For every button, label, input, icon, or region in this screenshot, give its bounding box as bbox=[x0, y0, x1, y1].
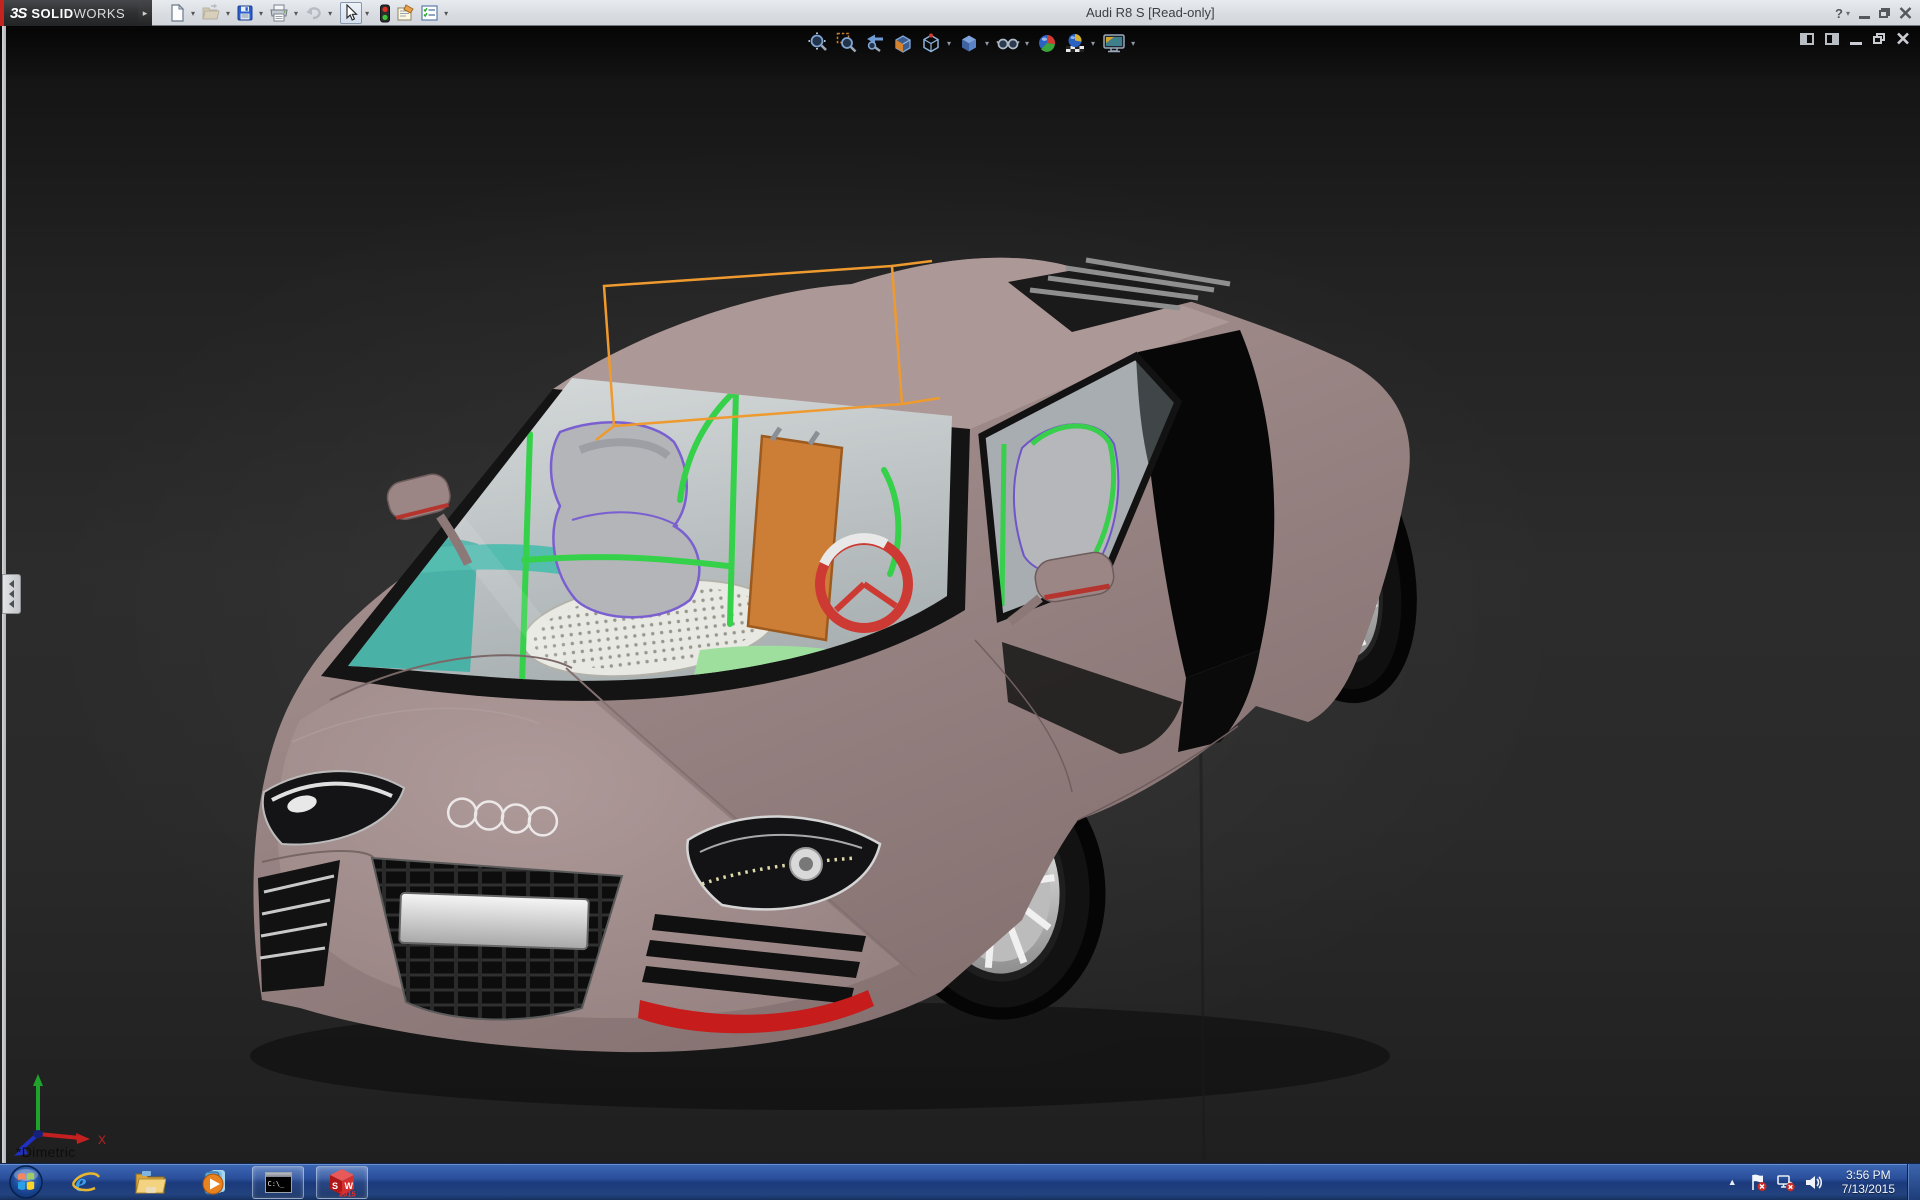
command-prompt-mini-text: C:\_ bbox=[267, 1179, 285, 1188]
undo-dropdown-caret[interactable]: ▾ bbox=[328, 9, 332, 18]
solidworks-logo: 3S SOLID WORKS bbox=[0, 0, 138, 26]
system-tray: ▲ 3:56 PM 7/13/2015 bbox=[1720, 1163, 1920, 1200]
select-cursor-icon bbox=[346, 4, 358, 21]
graphics-viewport[interactable]: ▾ ▾ ▾ ▾ ▾ X *Dimetric bbox=[0, 26, 1920, 1163]
restore-icon bbox=[1879, 8, 1890, 18]
file-properties-icon bbox=[397, 4, 414, 21]
svg-text:S: S bbox=[332, 1181, 338, 1191]
minimize-button[interactable] bbox=[1859, 4, 1870, 22]
taskbar-media-player[interactable] bbox=[188, 1166, 240, 1199]
file-explorer-icon bbox=[135, 1171, 166, 1194]
clock-time: 3:56 PM bbox=[1845, 1168, 1891, 1182]
taskbar-internet-explorer[interactable]: e bbox=[60, 1166, 112, 1199]
view-orientation-label: *Dimetric bbox=[16, 1144, 76, 1160]
print-dropdown-caret[interactable]: ▾ bbox=[294, 9, 298, 18]
app-titlebar: 3S SOLID WORKS ▸ ▾ ▾ ▾ ▾ ▾ ▾ ▾ Audi R8 S… bbox=[0, 0, 1920, 26]
open-folder-icon bbox=[202, 4, 220, 20]
action-center-flag-icon[interactable] bbox=[1749, 1173, 1768, 1192]
new-document-icon bbox=[171, 4, 185, 22]
windows-taskbar: e C:\_ S W 2015 ▲ 3:56 PM 7/13/2015 bbox=[0, 1163, 1920, 1200]
print-icon bbox=[270, 4, 288, 22]
save-dropdown-caret[interactable]: ▾ bbox=[259, 9, 263, 18]
taskbar-solidworks-2015[interactable]: S W 2015 bbox=[316, 1165, 368, 1199]
screen: 3S SOLID WORKS ▸ ▾ ▾ ▾ ▾ ▾ ▾ ▾ Audi R8 S… bbox=[0, 0, 1920, 1200]
internet-explorer-icon: e bbox=[71, 1168, 101, 1196]
car-model-audi-r8 bbox=[250, 257, 1417, 1161]
network-disconnected-icon[interactable] bbox=[1776, 1173, 1796, 1192]
options-button[interactable] bbox=[418, 2, 441, 24]
standard-toolbar: ▾ ▾ ▾ ▾ ▾ ▾ ▾ bbox=[166, 1, 452, 25]
help-button[interactable]: ? bbox=[1835, 4, 1843, 22]
close-icon bbox=[1899, 7, 1912, 19]
new-dropdown-caret[interactable]: ▾ bbox=[191, 9, 195, 18]
brand-works: WORKS bbox=[73, 5, 126, 21]
command-prompt-icon: C:\_ bbox=[264, 1171, 292, 1193]
start-button[interactable] bbox=[6, 1165, 46, 1199]
license-plate bbox=[398, 891, 590, 951]
solidworks-2015-icon: S W 2015 bbox=[330, 1169, 356, 1198]
show-desktop-button[interactable] bbox=[1907, 1163, 1920, 1200]
brand-solid: SOLID bbox=[31, 5, 74, 21]
media-player-icon bbox=[202, 1170, 225, 1195]
sw-2015-badge: 2015 bbox=[339, 1190, 356, 1198]
rebuild-button[interactable] bbox=[377, 2, 393, 24]
clock-date: 7/13/2015 bbox=[1841, 1182, 1895, 1196]
select-dropdown-caret[interactable]: ▾ bbox=[365, 9, 369, 18]
triad-x-label: X bbox=[98, 1133, 106, 1147]
file-properties-button[interactable] bbox=[394, 2, 417, 24]
logo-red-sliver bbox=[0, 0, 4, 26]
svg-text:e: e bbox=[75, 1168, 87, 1196]
save-button[interactable] bbox=[234, 2, 256, 24]
logo-mark: 3S bbox=[10, 4, 27, 22]
document-title: Audi R8 S [Read-only] bbox=[1086, 5, 1215, 20]
print-button[interactable] bbox=[267, 2, 291, 24]
options-checklist-icon bbox=[421, 5, 438, 21]
select-button[interactable] bbox=[340, 2, 363, 24]
new-document-button[interactable] bbox=[166, 2, 188, 24]
window-controls: ? ▾ bbox=[1835, 0, 1912, 26]
volume-icon[interactable] bbox=[1804, 1173, 1824, 1192]
menu-expand-arrow[interactable]: ▸ bbox=[138, 0, 152, 26]
open-button[interactable] bbox=[199, 2, 223, 24]
start-orb-icon bbox=[9, 1165, 43, 1199]
minimize-icon bbox=[1859, 15, 1870, 19]
restore-button[interactable] bbox=[1879, 4, 1890, 22]
help-dropdown-caret[interactable]: ▾ bbox=[1846, 9, 1850, 18]
open-dropdown-caret[interactable]: ▾ bbox=[226, 9, 230, 18]
save-icon bbox=[237, 5, 253, 21]
undo-button[interactable] bbox=[302, 2, 325, 24]
show-hidden-icons-button[interactable]: ▲ bbox=[1720, 1177, 1745, 1187]
rebuild-traffic-light-icon bbox=[380, 4, 391, 22]
options-dropdown-caret[interactable]: ▾ bbox=[444, 9, 448, 18]
undo-icon bbox=[306, 7, 321, 20]
taskbar-file-explorer[interactable] bbox=[124, 1166, 176, 1199]
taskbar-clock[interactable]: 3:56 PM 7/13/2015 bbox=[1842, 1168, 1895, 1196]
taskbar-command-prompt[interactable]: C:\_ bbox=[252, 1165, 304, 1199]
close-button[interactable] bbox=[1899, 4, 1912, 22]
